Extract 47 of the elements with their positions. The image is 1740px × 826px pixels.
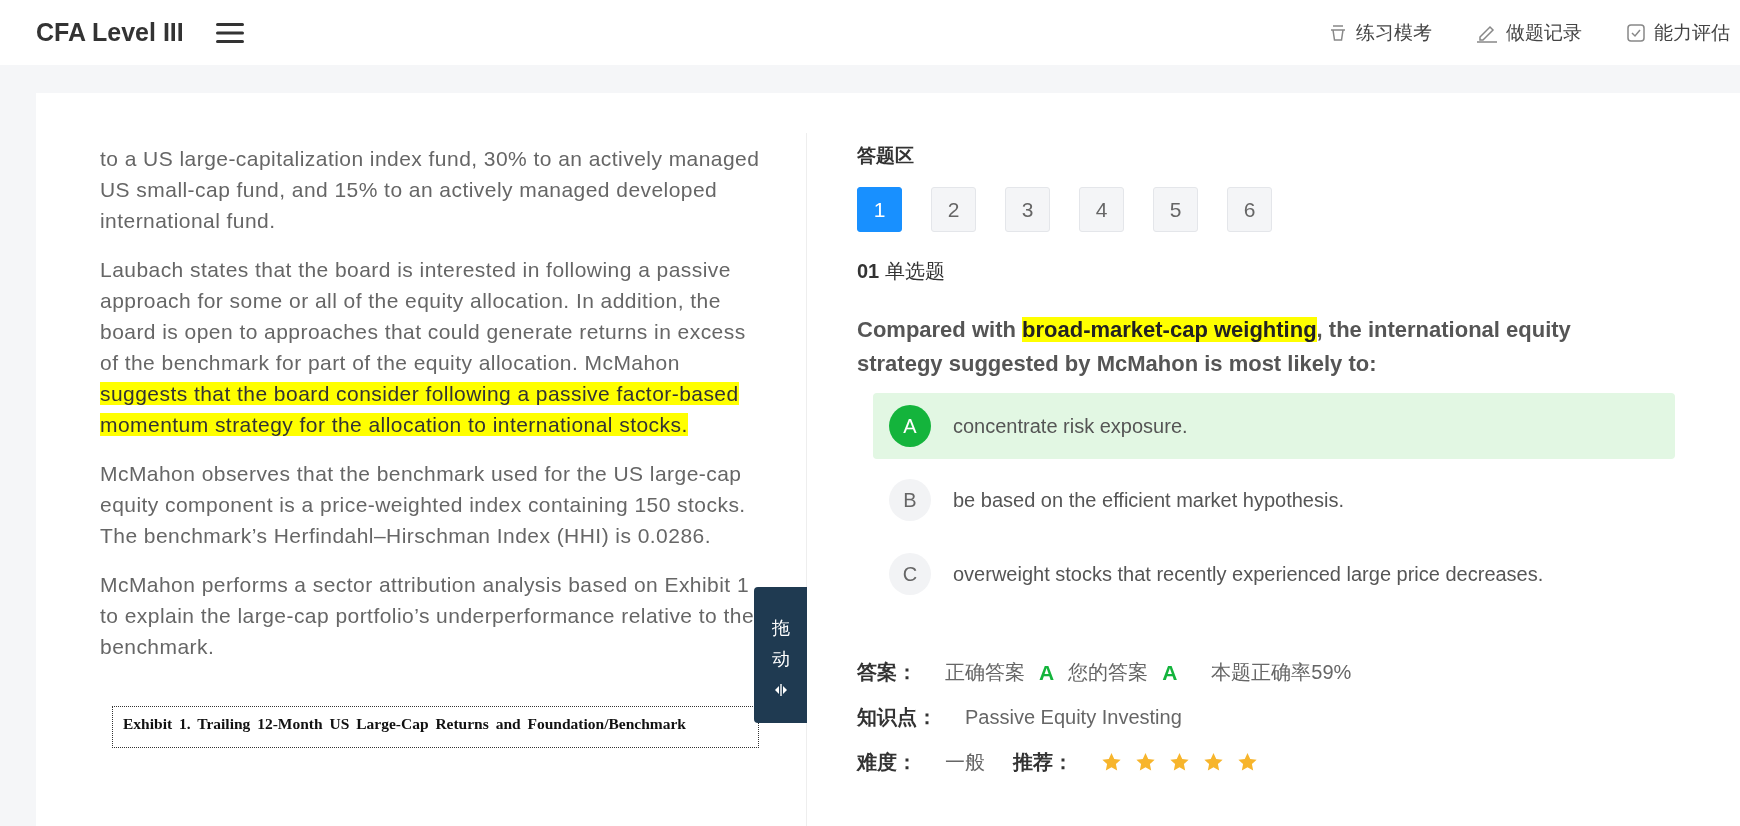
cup-icon [1328,22,1348,43]
option-text: be based on the efficient market hypothesis. [953,488,1344,512]
correct-answer-label: 正确答案 [945,660,1025,685]
question-number-button[interactable]: 6 [1227,187,1272,232]
exhibit-title: Exhibit 1. Trailing 12-Month US Large-Cap Returns and Foundation/Benchmark [123,715,686,732]
section-title: 答题区 [857,144,915,168]
answer-option[interactable]: B be based on the efficient market hypothesis. [873,467,1675,533]
difficulty-value: 一般 [945,750,985,775]
knowledge-label: 知识点： [857,705,937,730]
passage-paragraph: McMahon observes that the benchmark used for the US large-cap equity component is a price-weighted index containing 150 stocks. The benchmark’s Herfindahl–Hirschman Index (HHI) is 0.0286. [100,461,747,549]
option-text: concentrate risk exposure. [953,414,1188,438]
option-letter: B [889,479,931,521]
question-number-button[interactable]: 3 [1005,187,1050,232]
passage-paragraph: McMahon performs a sector attribution analysis based on Exhibit 1 to explain the large-cap portfolio’s underperformance relative to the benchmark. [100,572,756,660]
option-letter: A [889,405,931,447]
difficulty-label: 难度： [857,750,917,775]
question-type: 单选题 [885,259,946,284]
option-text: overweight stocks that recently experienced large price decreases. [953,562,1544,586]
option-letter: C [889,553,931,595]
menu-icon[interactable] [215,21,244,44]
correct-answer: A [1039,660,1055,685]
answer-label: 答案： [857,660,917,685]
your-answer: A [1162,660,1178,685]
question-text: Compared with broad-market-cap weighting, the international equity strategy suggested by McMahon is most likely to: [857,316,1572,378]
question-number-button[interactable]: 4 [1079,187,1124,232]
star-icon [1169,752,1190,773]
question-number-button[interactable]: 2 [931,187,976,232]
question-number: 01 [857,260,880,283]
question-number-button[interactable]: 5 [1153,187,1198,232]
star-icon [1237,752,1258,773]
checkbox-icon [1626,22,1646,43]
star-icon [1203,752,1224,773]
accuracy-rate: 本题正确率59% [1211,660,1352,685]
star-icon [1101,752,1122,773]
answer-option[interactable]: C overweight stocks that recently experienced large price decreases. [873,541,1675,607]
answer-option[interactable]: A concentrate risk exposure. [873,393,1675,459]
passage-paragraph: Laubach states that the board is interested in following a passive approach for some or all of the equity allocation. In addition, the board is open to approaches that could generate returns in excess of the benchmark for part of the equity allocation. McMahon suggests that the board consider following a passive factor-based momentum strategy for the allocation to international stocks. [100,257,747,438]
star-icon [1135,752,1156,773]
app-title: CFA Level III [36,18,184,47]
drag-handle[interactable]: 拖动 [754,587,807,723]
nav-link[interactable]: 练习模考 [1328,19,1432,46]
knowledge-point: Passive Equity Investing [965,706,1182,729]
passage-paragraph: to a US large-capitalization index fund, 30% to an actively managed US small-cap fund, and 15% to an actively managed developed international fund. [100,146,761,234]
nav-link[interactable]: 能力评估 [1626,19,1730,46]
nav-link[interactable]: 做题记录 [1476,19,1582,46]
recommend-label: 推荐： [1013,750,1073,775]
your-answer-label: 您的答案 [1068,660,1149,685]
